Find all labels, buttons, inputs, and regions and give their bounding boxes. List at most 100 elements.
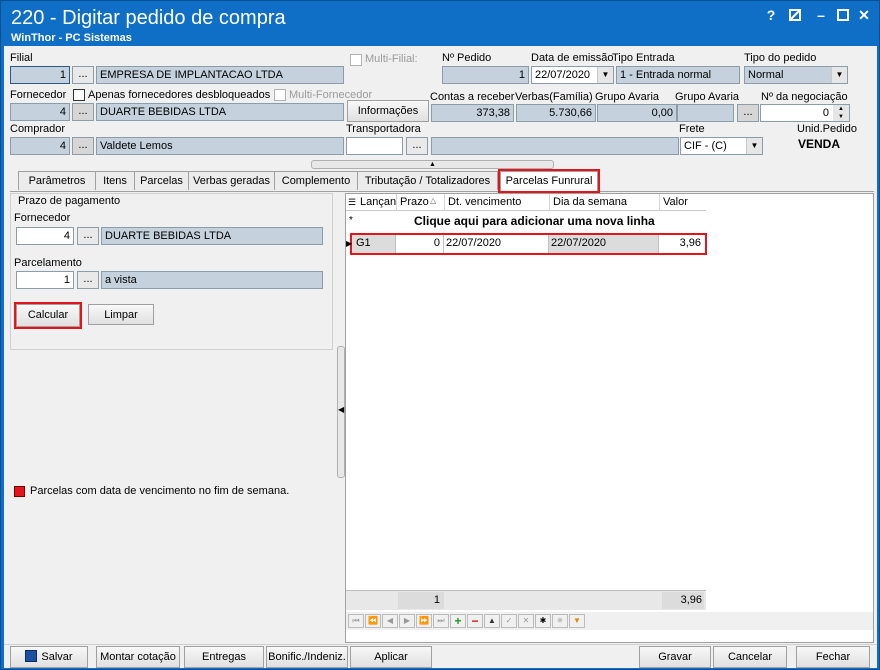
aplicar-button[interactable]: Aplicar (350, 646, 432, 668)
fechar-button[interactable]: Fechar (796, 646, 870, 668)
fornecedor-search-button[interactable]: ... (72, 103, 94, 121)
delete-icon[interactable]: − (467, 614, 483, 628)
parcelamento-code-field[interactable]: 1 (16, 271, 74, 289)
fornecedor-label: Fornecedor (10, 89, 67, 101)
montar-cotacao-button[interactable]: Montar cotação (96, 646, 180, 668)
group-title: Prazo de pagamento (18, 195, 121, 207)
nr-pedido-field: 1 (442, 66, 529, 84)
contas-receber-field: 373,38 (431, 104, 514, 122)
col-dt-vencimento[interactable]: Dt. vencimento (448, 196, 521, 208)
nr-pedido-label: Nº Pedido (442, 52, 492, 64)
transportadora-code-field[interactable] (346, 137, 403, 155)
title-bar[interactable]: 220 - Digitar pedido de compra WinThor -… (1, 1, 879, 45)
tab-parcelas-funrural[interactable]: Parcelas Funrural (498, 169, 600, 193)
refresh-icon[interactable]: ✱ (535, 614, 551, 628)
minimize-icon[interactable]: – (811, 7, 831, 23)
gravar-button[interactable]: Gravar (639, 646, 711, 668)
tab-parcelas[interactable]: Parcelas (134, 171, 189, 190)
grupo-avaria2-field (677, 104, 734, 122)
negociacao-value: 0 (822, 107, 829, 119)
parcelamento-name-field: a vista (101, 271, 323, 289)
verbas-field: 5.730,66 (516, 104, 596, 122)
post-icon[interactable]: ✓ (501, 614, 517, 628)
restore-icon[interactable] (785, 8, 805, 24)
lp-fornecedor-code-field[interactable]: 4 (16, 227, 74, 245)
last-page-icon[interactable]: ⏭ (433, 614, 449, 628)
maximize-icon[interactable] (833, 8, 853, 24)
new-row[interactable]: * Clique aqui para adicionar uma nova li… (346, 211, 706, 229)
data-emissao-field[interactable]: 22/07/2020 ▼ (531, 66, 614, 84)
tipo-pedido-select[interactable]: Normal ▼ (744, 66, 848, 84)
col-prazo[interactable]: Prazo (400, 196, 429, 208)
col-dia-semana[interactable]: Dia da semana (553, 196, 627, 208)
col-lancamento[interactable]: Lançan (360, 196, 396, 208)
transportadora-search-button[interactable]: ... (406, 137, 428, 155)
prev-icon[interactable]: ◀ (382, 614, 398, 628)
tab-itens[interactable]: Itens (95, 171, 135, 190)
splitter-handle[interactable]: ▲ (311, 160, 554, 169)
cancelar-button[interactable]: Cancelar (713, 646, 787, 668)
cell-dt-vencimento[interactable]: 22/07/2020 (444, 235, 549, 253)
vertical-splitter[interactable]: ◀ (337, 346, 345, 478)
frete-select[interactable]: CIF - (C) ▼ (680, 137, 763, 155)
bonific-button[interactable]: Bonific./Indeniz. (266, 646, 348, 668)
negociacao-field[interactable]: 0 ▲ ▼ (760, 104, 850, 122)
tab-tributacao[interactable]: Tributação / Totalizadores (357, 171, 498, 190)
cell-lancamento[interactable]: G1 (352, 235, 396, 253)
new-row-text[interactable]: Clique aqui para adicionar uma nova linh… (414, 214, 655, 228)
next-page-icon[interactable]: ⏩ (416, 614, 432, 628)
edit-icon[interactable]: ▲ (484, 614, 500, 628)
tab-parametros[interactable]: Parâmetros (18, 171, 96, 190)
chevron-down-icon[interactable]: ▼ (746, 138, 762, 154)
entregas-button[interactable]: Entregas (184, 646, 264, 668)
informacoes-button[interactable]: Informações (347, 100, 429, 122)
parcelamento-search-button[interactable]: ... (77, 271, 99, 289)
cell-valor[interactable]: 3,96 (659, 235, 705, 253)
grupo-avaria-label: Grupo Avaria (595, 91, 660, 103)
limpar-button[interactable]: Limpar (88, 304, 154, 325)
spin-down-icon[interactable]: ▼ (833, 113, 849, 121)
cell-prazo[interactable]: 0 (396, 235, 444, 253)
help-icon[interactable]: ? (761, 7, 781, 23)
tab-verbas-geradas[interactable]: Verbas geradas (188, 171, 275, 190)
grid-header: ☰ Lançan Prazo △ Dt. vencimento Dia da s… (346, 194, 706, 211)
next-icon[interactable]: ▶ (399, 614, 415, 628)
tab-complemento[interactable]: Complemento (274, 171, 358, 190)
close-icon[interactable]: ✕ (854, 7, 874, 24)
window-title: 220 - Digitar pedido de compra (11, 7, 286, 29)
chevron-down-icon[interactable]: ▼ (831, 67, 847, 83)
grupo-avaria-search-button[interactable]: ... (737, 104, 759, 122)
lp-fornecedor-search-button[interactable]: ... (77, 227, 99, 245)
column-chooser-icon[interactable]: ☰ (348, 197, 356, 208)
salvar-button[interactable]: Salvar (10, 646, 88, 668)
save-icon (25, 650, 38, 662)
comprador-search-button[interactable]: ... (72, 137, 94, 155)
footer-count: 1 (398, 592, 444, 609)
apenas-desbloqueados-checkbox[interactable] (73, 89, 85, 101)
first-page-icon[interactable]: ⏮ (348, 614, 364, 628)
table-row[interactable]: ▶ G1 0 22/07/2020 22/07/2020 3,96 (346, 233, 707, 255)
comprador-code-field[interactable]: 4 (10, 137, 70, 155)
multi-fornecedor-checkbox[interactable] (274, 89, 286, 101)
cancel-edit-icon[interactable]: ✕ (518, 614, 534, 628)
grupo-avaria-field: 0,00 (597, 104, 677, 122)
calcular-button[interactable]: Calcular (14, 302, 82, 329)
collapse-left-icon[interactable]: ◀ (338, 405, 344, 414)
spin-up-icon[interactable]: ▲ (833, 105, 849, 113)
cell-dia-semana[interactable]: 22/07/2020 (549, 235, 659, 253)
transportadora-label: Transportadora (346, 123, 421, 135)
filter-icon[interactable]: ▼ (569, 614, 585, 628)
filial-code-field[interactable]: 1 (10, 66, 70, 84)
prev-page-icon[interactable]: ⏪ (365, 614, 381, 628)
date-dropdown-icon[interactable]: ▼ (597, 67, 613, 83)
apenas-desbloqueados-label: Apenas fornecedores desbloqueados (88, 89, 271, 101)
multi-filial-checkbox[interactable] (350, 54, 362, 66)
fornecedor-code-field[interactable]: 4 (10, 103, 70, 121)
col-valor[interactable]: Valor (663, 196, 688, 208)
lp-fornecedor-name-field: DUARTE BEBIDAS LTDA (101, 227, 323, 245)
filial-search-button[interactable]: ... (72, 66, 94, 84)
add-icon[interactable]: + (450, 614, 466, 628)
client-area: Filial 1 ... EMPRESA DE IMPLANTACAO LTDA… (4, 46, 877, 668)
collapse-up-icon[interactable]: ▲ (429, 161, 436, 168)
bookmark-icon[interactable]: ✳ (552, 614, 568, 628)
